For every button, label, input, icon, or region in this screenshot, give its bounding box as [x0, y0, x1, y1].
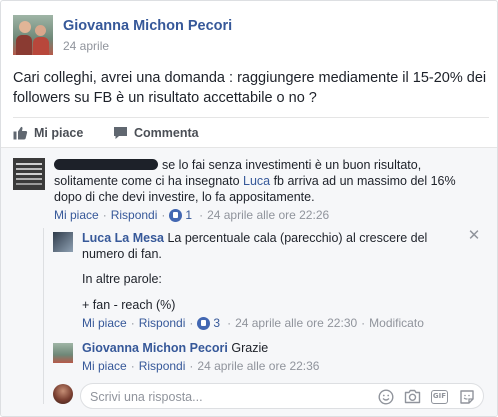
comment-bubble-icon: [114, 127, 127, 139]
comment-text: se lo fai senza investimenti è un buon r…: [54, 158, 456, 204]
comment-reply-link[interactable]: Rispondi: [111, 208, 158, 222]
reply-meta: Mi piace · Rispondi · 24 aprile alle ore…: [82, 359, 320, 373]
camera-icon[interactable]: [404, 388, 421, 405]
comment-like-count[interactable]: 1: [169, 208, 192, 222]
redacted-commenter-name: [54, 159, 158, 170]
post-text: Cari colleghi, avrei una domanda : raggi…: [13, 70, 487, 106]
reply-author-name[interactable]: Giovanna Michon Pecori: [82, 341, 228, 355]
close-icon[interactable]: ✕: [467, 228, 481, 243]
reply-text: Luca La Mesa La percentuale cala (parecc…: [82, 231, 428, 261]
reply-paragraph: + fan - reach (%): [82, 298, 176, 312]
post-author-name[interactable]: Giovanna Michon Pecori: [63, 18, 232, 34]
post-card: Giovanna Michon Pecori 24 aprile Cari co…: [0, 0, 498, 417]
current-user-avatar: [53, 384, 73, 404]
comment-button-label: Commenta: [134, 126, 199, 140]
thread-divider: [43, 228, 44, 404]
reply-author-name[interactable]: Luca La Mesa: [82, 231, 164, 245]
comment-like-link[interactable]: Mi piace: [54, 208, 99, 222]
like-button[interactable]: Mi piace: [13, 126, 83, 140]
reply-reply-link[interactable]: Rispondi: [139, 316, 186, 330]
reply-input[interactable]: [90, 388, 330, 405]
like-button-label: Mi piace: [34, 126, 84, 140]
comment-meta: Mi piace · Rispondi · 1 · 24 aprile alle…: [54, 208, 330, 222]
edited-label[interactable]: Modificato: [369, 316, 424, 330]
sticker-icon[interactable]: [458, 388, 475, 405]
like-badge-icon: [197, 316, 211, 330]
reply-meta: Mi piace · Rispondi · 3 · 24 aprile alle…: [82, 316, 424, 330]
emoji-icon[interactable]: [377, 388, 394, 405]
post-date[interactable]: 24 aprile: [63, 39, 109, 53]
comment-timestamp[interactable]: 24 aprile alle ore 22:26: [207, 208, 329, 222]
reply-paragraph: In altre parole:: [82, 272, 162, 286]
reply-like-link[interactable]: Mi piace: [82, 316, 127, 330]
reply-input-icons: GIF: [367, 388, 475, 405]
like-badge-icon: [169, 208, 183, 222]
reply-reply-link[interactable]: Rispondi: [139, 359, 186, 373]
reply-avatar-giovanna[interactable]: [53, 343, 73, 363]
reply-text: Giovanna Michon Pecori Grazie: [82, 341, 269, 355]
reply-like-link[interactable]: Mi piace: [82, 359, 127, 373]
post-actions-bar: Mi piace Commenta: [13, 117, 489, 145]
author-avatar[interactable]: [13, 15, 53, 55]
reply-timestamp[interactable]: 24 aprile alle ore 22:36: [197, 359, 319, 373]
reply-timestamp[interactable]: 24 aprile alle ore 22:30: [235, 316, 357, 330]
commenter-avatar[interactable]: [13, 158, 45, 190]
reply-avatar-luca[interactable]: [53, 232, 73, 252]
reply-like-count[interactable]: 3: [197, 316, 220, 330]
comments-section: se lo fai senza investimenti è un buon r…: [1, 147, 497, 416]
thumbs-up-icon: [13, 126, 28, 140]
mention-link[interactable]: Luca: [243, 174, 270, 188]
gif-icon[interactable]: GIF: [431, 388, 448, 405]
comment-button[interactable]: Commenta: [113, 126, 199, 140]
reply-input-box[interactable]: GIF: [80, 383, 484, 409]
